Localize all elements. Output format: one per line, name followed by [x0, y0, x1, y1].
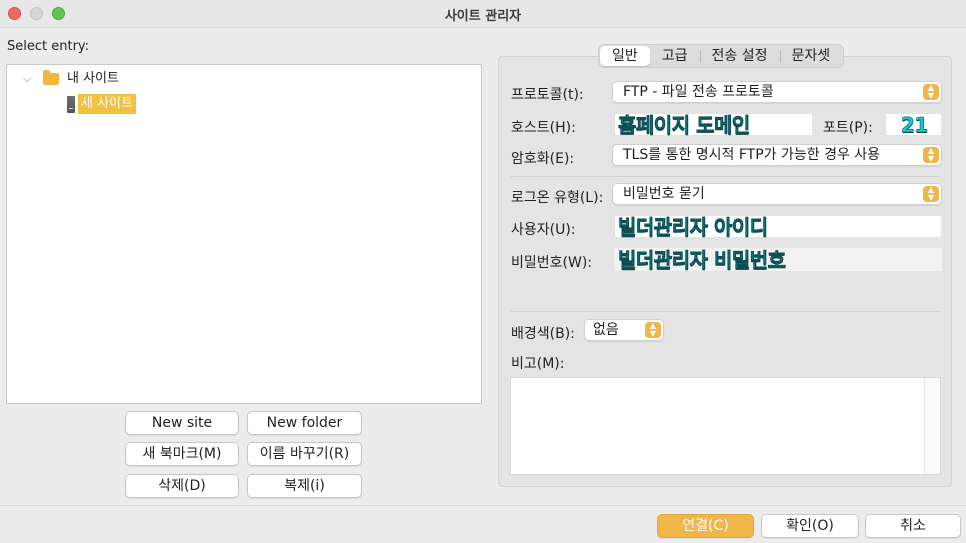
tab-general[interactable]: 일반	[600, 46, 650, 66]
encryption-value: TLS를 통한 명시적 FTP가 가능한 경우 사용	[623, 147, 881, 163]
memo-label: 비고(M):	[511, 356, 565, 372]
settings-tabs: 일반 고급 전송 설정 문자셋	[598, 44, 845, 68]
encryption-label: 암호화(E):	[511, 151, 575, 167]
new-bookmark-button[interactable]: 새 북마크(M)	[125, 442, 239, 466]
site-tree[interactable]: ⌵ 내 사이트 새 사이트	[6, 64, 482, 404]
logon-type-value: 비밀번호 묻기	[623, 186, 705, 202]
tree-item-label: 내 사이트	[67, 71, 119, 86]
select-entry-label: Select entry:	[7, 39, 90, 54]
window-title: 사이트 관리자	[444, 9, 522, 24]
memo-scrollbar[interactable]	[924, 378, 940, 474]
divider	[510, 311, 940, 312]
divider	[510, 176, 940, 177]
port-label: 포트(P):	[823, 120, 873, 136]
server-icon	[67, 95, 75, 113]
password-input[interactable]: 빌더관리자 비밀번호	[614, 248, 942, 273]
memo-textarea[interactable]	[510, 377, 941, 475]
tree-item-new-site[interactable]: 새 사이트	[67, 94, 136, 114]
tree-item-label: 새 사이트	[78, 94, 136, 114]
new-site-button[interactable]: New site	[125, 411, 239, 435]
tab-charset[interactable]: 문자셋	[779, 46, 843, 66]
ok-button[interactable]: 확인(O)	[761, 514, 859, 538]
tree-item-my-sites[interactable]: ⌵ 내 사이트	[23, 69, 119, 89]
host-label: 호스트(H):	[511, 120, 576, 136]
protocol-value: FTP - 파일 전송 프로토콜	[623, 84, 774, 100]
folder-icon	[43, 70, 59, 85]
background-color-value: 없음	[593, 322, 619, 338]
delete-button[interactable]: 삭제(D)	[125, 474, 239, 498]
user-input[interactable]: 빌더관리자 아이디	[614, 215, 942, 240]
host-input[interactable]: 홈페이지 도메인	[614, 113, 813, 138]
password-value: 빌더관리자 비밀번호	[618, 248, 787, 273]
rename-button[interactable]: 이름 바꾸기(R)	[247, 442, 362, 466]
user-label: 사용자(U):	[511, 222, 576, 238]
logon-type-label: 로그온 유형(L):	[511, 190, 604, 206]
encryption-select[interactable]: TLS를 통한 명시적 FTP가 가능한 경우 사용 ▲ ▼	[612, 144, 942, 166]
protocol-label: 프로토콜(t):	[511, 87, 584, 103]
tab-advanced[interactable]: 고급	[650, 46, 700, 66]
background-color-label: 배경색(B):	[511, 326, 575, 342]
footer-divider	[0, 505, 966, 506]
logon-type-select[interactable]: 비밀번호 묻기 ▲ ▼	[612, 183, 942, 205]
title-bar: 사이트 관리자	[0, 0, 966, 28]
tab-transfer-settings[interactable]: 전송 설정	[699, 46, 780, 66]
user-value: 빌더관리자 아이디	[618, 215, 769, 240]
updown-chevron-icon: ▲ ▼	[923, 147, 939, 163]
port-input[interactable]: 21	[885, 113, 942, 138]
protocol-select[interactable]: FTP - 파일 전송 프로토콜 ▲ ▼	[612, 81, 942, 103]
updown-chevron-icon: ▲ ▼	[923, 84, 939, 100]
background-color-select[interactable]: 없음 ▲ ▼	[584, 319, 664, 341]
chevron-down-icon[interactable]: ⌵	[23, 69, 35, 89]
updown-chevron-icon: ▲ ▼	[645, 322, 661, 338]
duplicate-button[interactable]: 복제(i)	[247, 474, 362, 498]
cancel-button[interactable]: 취소	[865, 514, 961, 538]
updown-chevron-icon: ▲ ▼	[923, 186, 939, 202]
connect-button[interactable]: 연결(C)	[657, 514, 754, 538]
host-value: 홈페이지 도메인	[618, 113, 751, 138]
password-label: 비밀번호(W):	[511, 255, 593, 271]
port-value: 21	[901, 113, 929, 138]
new-folder-button[interactable]: New folder	[247, 411, 362, 435]
